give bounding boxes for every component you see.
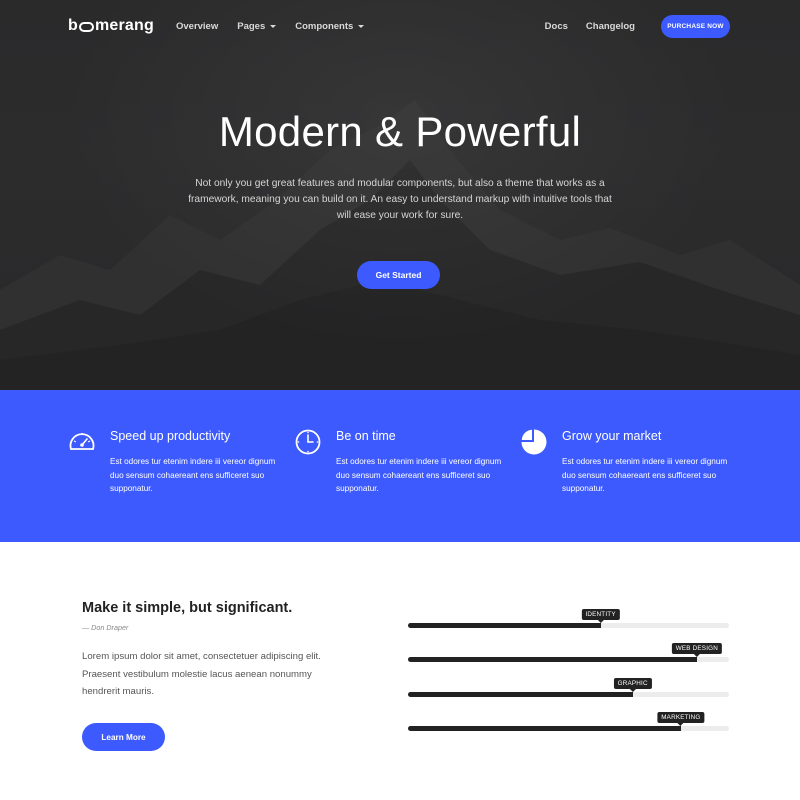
skill-bar-row: MARKETING — [408, 701, 729, 736]
brand-loop-mark — [78, 22, 94, 32]
nav-components-dropdown[interactable]: Components — [295, 20, 365, 32]
skill-bars: IDENTITY WEB DESIGN GRAPHIC MARKETING — [408, 597, 729, 735]
learn-more-button[interactable]: Learn More — [82, 723, 165, 751]
skill-bar-fill — [408, 622, 601, 628]
skill-bar-row: WEB DESIGN — [408, 632, 729, 667]
nav-components-label: Components — [295, 20, 354, 32]
feature-title: Grow your market — [562, 429, 662, 443]
skill-bar-row: GRAPHIC — [408, 666, 729, 701]
skill-bar-label: MARKETING — [657, 712, 705, 726]
skill-bar-fill — [408, 657, 697, 662]
brand-logo[interactable]: b merang — [68, 17, 154, 35]
quote-author: — Don Draper — [82, 623, 129, 632]
nav-pages-label: Pages — [237, 20, 266, 32]
skill-bar-track — [408, 726, 729, 731]
skill-bar-track — [408, 622, 729, 628]
skill-bar-label: GRAPHIC — [613, 677, 652, 692]
skill-bar-label: IDENTITY — [581, 608, 620, 623]
nav-pages-dropdown[interactable]: Pages — [237, 20, 277, 32]
quote-title: Make it simple, but significant. — [82, 600, 293, 616]
hero-description: Not only you get great features and modu… — [188, 178, 612, 221]
clock-icon — [295, 429, 321, 455]
skills-section: Make it simple, but significant. — Don D… — [0, 542, 800, 800]
speedometer-icon — [69, 433, 95, 450]
nav-overview[interactable]: Overview — [176, 21, 218, 32]
top-navbar: b merang Overview Pages Components Docs C… — [68, 14, 730, 38]
skill-bar-track — [408, 691, 729, 697]
brand-text-start: b — [68, 17, 78, 34]
skill-bar-row: IDENTITY — [408, 597, 729, 632]
caret-down-icon — [358, 24, 365, 28]
skill-bar-track — [408, 657, 729, 662]
skill-bar-label: WEB DESIGN — [671, 643, 723, 657]
nav-right: Docs Changelog PURCHASE NOW — [527, 14, 730, 38]
quote-body: Lorem ipsum dolor sit amet, consectetuer… — [82, 651, 321, 697]
nav-overview-label: Overview — [175, 20, 219, 32]
main-nav: Overview Pages Components — [176, 21, 383, 32]
skill-bar-fill — [408, 691, 633, 697]
get-started-button[interactable]: Get Started — [357, 261, 440, 289]
hero-title: Modern & Powerful — [218, 108, 582, 155]
nav-changelog[interactable]: Changelog — [586, 21, 635, 32]
hero-section: b merang Overview Pages Components Docs C… — [0, 0, 800, 390]
feature-title: Be on time — [336, 429, 396, 443]
feature-text: Est odores tur etenim indere iii vereor … — [336, 457, 502, 493]
feature-text: Est odores tur etenim indere iii vereor … — [110, 457, 276, 493]
features-section: Speed up productivity Est odores tur ete… — [0, 390, 800, 542]
purchase-now-button[interactable]: PURCHASE NOW — [661, 14, 730, 38]
brand-text-end: merang — [94, 17, 154, 34]
pie-chart-icon — [521, 429, 547, 455]
caret-down-icon — [270, 24, 277, 28]
feature-title: Speed up productivity — [110, 429, 231, 443]
feature-text: Est odores tur etenim indere iii vereor … — [562, 457, 728, 493]
nav-docs[interactable]: Docs — [545, 21, 568, 32]
skill-bar-fill — [408, 726, 681, 731]
